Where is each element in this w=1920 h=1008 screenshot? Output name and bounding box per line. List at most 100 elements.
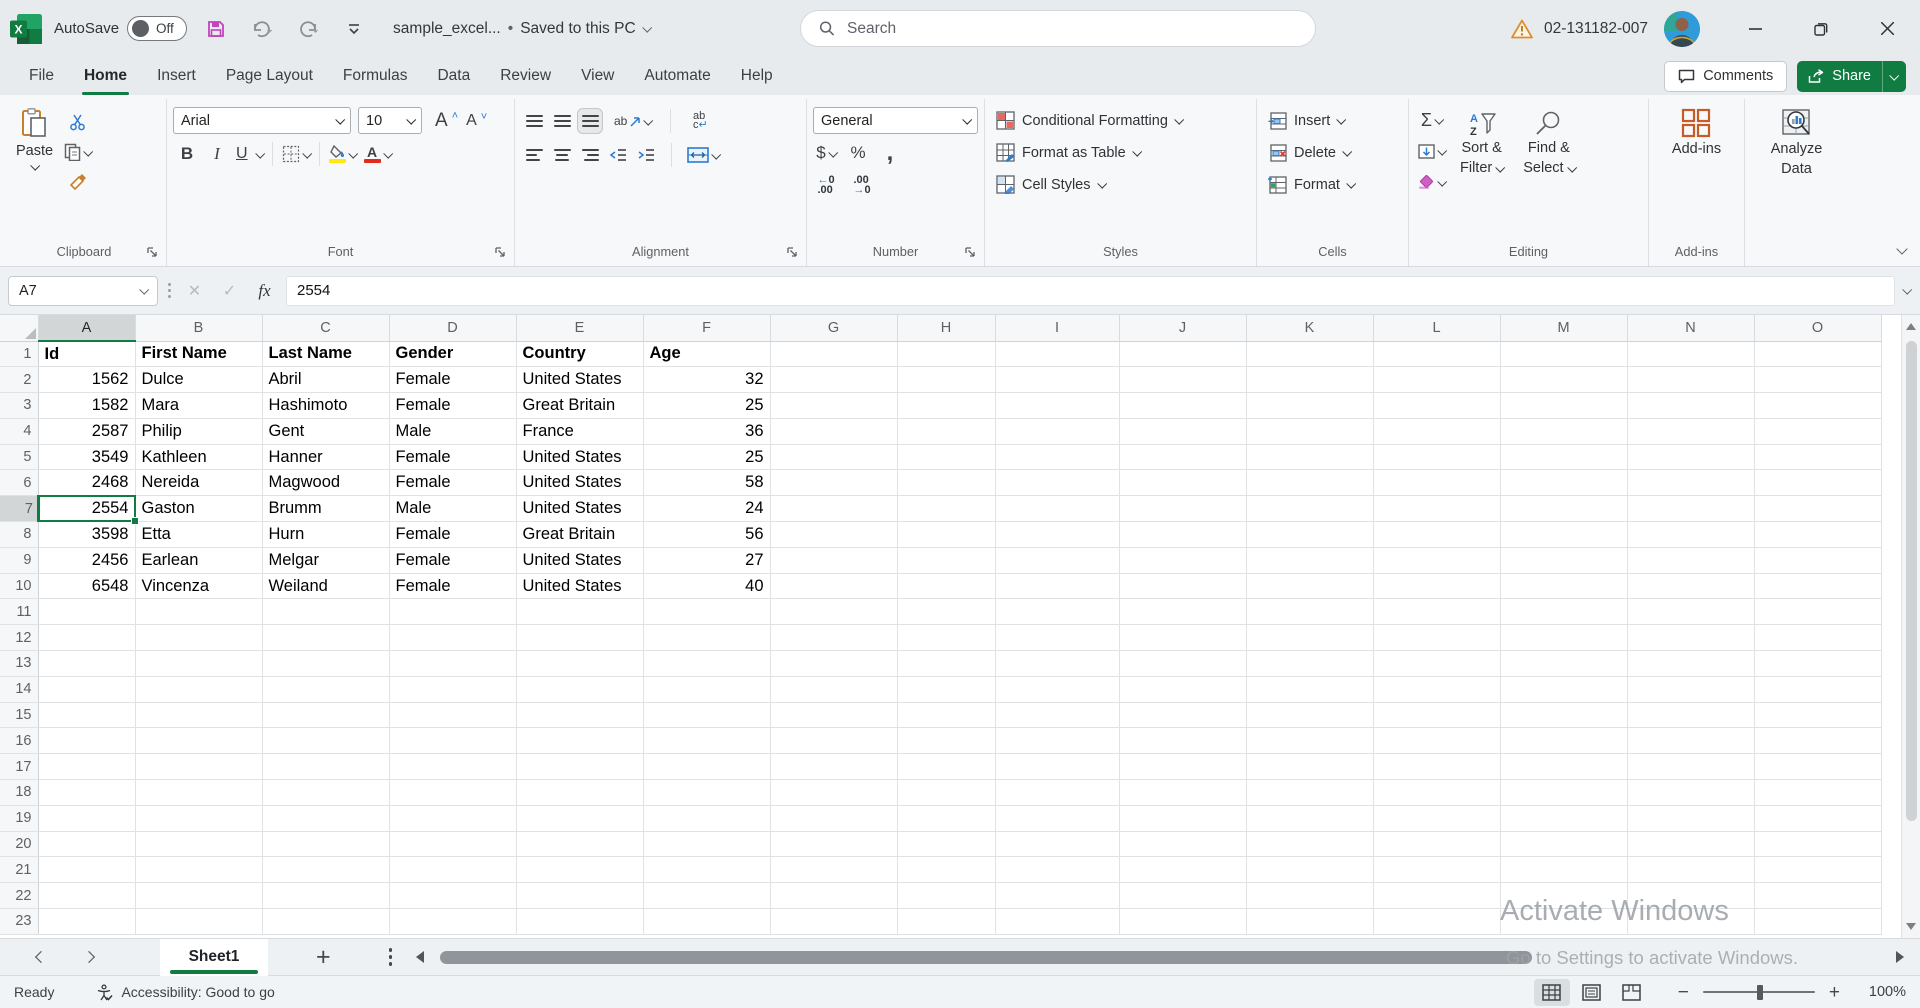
formula-bar-handle[interactable] bbox=[166, 283, 173, 298]
cell-E13[interactable] bbox=[516, 651, 643, 677]
cell-H17[interactable] bbox=[897, 754, 995, 780]
addins-button[interactable]: Add-ins bbox=[1664, 101, 1729, 162]
cell-A13[interactable] bbox=[38, 651, 135, 677]
cell-J21[interactable] bbox=[1119, 857, 1246, 883]
cell-C20[interactable] bbox=[262, 831, 389, 857]
cell-E5[interactable]: United States bbox=[516, 444, 643, 470]
cancel-entry-button[interactable]: ✕ bbox=[181, 277, 208, 304]
cell-J2[interactable] bbox=[1119, 367, 1246, 393]
column-header-A[interactable]: A bbox=[38, 315, 135, 341]
cell-J5[interactable] bbox=[1119, 444, 1246, 470]
cell-O22[interactable] bbox=[1754, 883, 1881, 909]
cell-D7[interactable]: Male bbox=[389, 496, 516, 522]
cell-G8[interactable] bbox=[770, 522, 897, 548]
cell-H10[interactable] bbox=[897, 573, 995, 599]
decrease-font-size-button[interactable]: A˅ bbox=[463, 108, 490, 134]
cell-F7[interactable]: 24 bbox=[643, 496, 770, 522]
autosum-button[interactable]: Σ bbox=[1415, 107, 1448, 133]
cell-L21[interactable] bbox=[1373, 857, 1500, 883]
cell-H21[interactable] bbox=[897, 857, 995, 883]
cell-G3[interactable] bbox=[770, 393, 897, 419]
cell-A2[interactable]: 1562 bbox=[38, 367, 135, 393]
cell-J16[interactable] bbox=[1119, 728, 1246, 754]
cell-H4[interactable] bbox=[897, 418, 995, 444]
cell-N17[interactable] bbox=[1627, 754, 1754, 780]
cell-M20[interactable] bbox=[1500, 831, 1627, 857]
cell-G15[interactable] bbox=[770, 702, 897, 728]
cell-G12[interactable] bbox=[770, 625, 897, 651]
cell-J8[interactable] bbox=[1119, 522, 1246, 548]
row-header-16[interactable]: 16 bbox=[0, 728, 38, 754]
cell-K16[interactable] bbox=[1246, 728, 1373, 754]
column-header-E[interactable]: E bbox=[516, 315, 643, 341]
cell-B15[interactable] bbox=[135, 702, 262, 728]
cell-I10[interactable] bbox=[995, 573, 1119, 599]
cell-F20[interactable] bbox=[643, 831, 770, 857]
cell-N19[interactable] bbox=[1627, 805, 1754, 831]
cell-A21[interactable] bbox=[38, 857, 135, 883]
cell-A16[interactable] bbox=[38, 728, 135, 754]
cell-B1[interactable]: First Name bbox=[135, 341, 262, 367]
find-select-button[interactable]: Find & Select bbox=[1515, 107, 1582, 180]
cell-A6[interactable]: 2468 bbox=[38, 470, 135, 496]
page-layout-view-button[interactable] bbox=[1574, 979, 1610, 1006]
percent-style-button[interactable]: % bbox=[845, 140, 871, 166]
cell-B8[interactable]: Etta bbox=[135, 522, 262, 548]
cell-K13[interactable] bbox=[1246, 651, 1373, 677]
cell-O16[interactable] bbox=[1754, 728, 1881, 754]
cell-C12[interactable] bbox=[262, 625, 389, 651]
share-button[interactable]: Share bbox=[1797, 61, 1906, 92]
cell-B9[interactable]: Earlean bbox=[135, 547, 262, 573]
cell-B11[interactable] bbox=[135, 599, 262, 625]
cell-A11[interactable] bbox=[38, 599, 135, 625]
delete-cells-button[interactable]: Delete bbox=[1263, 139, 1355, 166]
increase-decimal-button[interactable]: ←0.00 bbox=[813, 172, 839, 198]
analyze-data-button[interactable]: Analyze Data bbox=[1763, 101, 1831, 181]
decrease-decimal-button[interactable]: .00→0 bbox=[849, 172, 875, 198]
cell-L5[interactable] bbox=[1373, 444, 1500, 470]
cell-M3[interactable] bbox=[1500, 393, 1627, 419]
font-size-select[interactable]: 10 bbox=[358, 107, 422, 134]
align-center-button[interactable] bbox=[549, 142, 575, 168]
tab-home[interactable]: Home bbox=[69, 57, 142, 95]
cell-A8[interactable]: 3598 bbox=[38, 522, 135, 548]
cell-N3[interactable] bbox=[1627, 393, 1754, 419]
cell-D11[interactable] bbox=[389, 599, 516, 625]
cell-J18[interactable] bbox=[1119, 780, 1246, 806]
tab-page-layout[interactable]: Page Layout bbox=[211, 57, 328, 95]
cell-H16[interactable] bbox=[897, 728, 995, 754]
cell-M21[interactable] bbox=[1500, 857, 1627, 883]
cell-B5[interactable]: Kathleen bbox=[135, 444, 262, 470]
cell-J22[interactable] bbox=[1119, 883, 1246, 909]
cell-J9[interactable] bbox=[1119, 547, 1246, 573]
cell-E11[interactable] bbox=[516, 599, 643, 625]
row-header-12[interactable]: 12 bbox=[0, 625, 38, 651]
cell-L2[interactable] bbox=[1373, 367, 1500, 393]
cell-I15[interactable] bbox=[995, 702, 1119, 728]
cell-G11[interactable] bbox=[770, 599, 897, 625]
cell-M6[interactable] bbox=[1500, 470, 1627, 496]
search-input[interactable] bbox=[847, 20, 1297, 38]
format-painter-button[interactable] bbox=[61, 169, 94, 195]
cell-K6[interactable] bbox=[1246, 470, 1373, 496]
cell-C22[interactable] bbox=[262, 883, 389, 909]
cell-M11[interactable] bbox=[1500, 599, 1627, 625]
cell-M22[interactable] bbox=[1500, 883, 1627, 909]
cell-O1[interactable] bbox=[1754, 341, 1881, 367]
cell-D22[interactable] bbox=[389, 883, 516, 909]
minimize-button[interactable] bbox=[1722, 0, 1788, 57]
cell-O18[interactable] bbox=[1754, 780, 1881, 806]
cell-L15[interactable] bbox=[1373, 702, 1500, 728]
zoom-slider[interactable] bbox=[1703, 991, 1815, 994]
cell-A18[interactable] bbox=[38, 780, 135, 806]
cell-G23[interactable] bbox=[770, 909, 897, 935]
align-right-button[interactable] bbox=[577, 142, 603, 168]
increase-indent-button[interactable] bbox=[633, 142, 659, 168]
cell-C1[interactable]: Last Name bbox=[262, 341, 389, 367]
row-header-9[interactable]: 9 bbox=[0, 547, 38, 573]
cell-K9[interactable] bbox=[1246, 547, 1373, 573]
cell-D19[interactable] bbox=[389, 805, 516, 831]
account-avatar[interactable] bbox=[1664, 11, 1700, 47]
cell-D20[interactable] bbox=[389, 831, 516, 857]
cell-D15[interactable] bbox=[389, 702, 516, 728]
